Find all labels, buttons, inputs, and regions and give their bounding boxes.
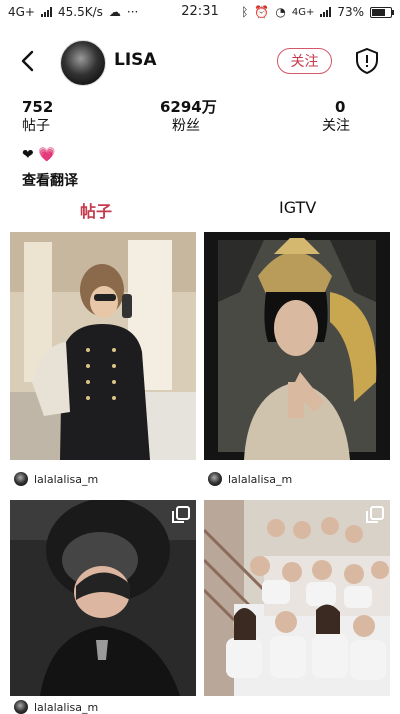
username: LISA	[114, 50, 157, 70]
post-image	[10, 232, 196, 460]
stat-following-label: 关注	[322, 118, 350, 134]
wifi-icon: ◔	[275, 5, 286, 19]
post-author-name: lalalalisa_m	[228, 472, 293, 486]
black-heart-emoji: ❤	[22, 147, 34, 163]
shield-icon[interactable]	[354, 47, 380, 75]
post-card[interactable]	[10, 500, 196, 696]
see-translation-link[interactable]: 查看翻译	[22, 170, 78, 190]
follow-button[interactable]: 关注	[277, 48, 332, 74]
stat-following-value: 0	[335, 98, 346, 116]
post-author-name: lalalalisa_m	[34, 700, 99, 714]
profile-header: LISA 关注	[0, 34, 400, 88]
battery-percent: 73%	[337, 5, 364, 19]
stat-posts[interactable]: 752 帖子	[22, 98, 53, 136]
mini-avatar	[14, 472, 28, 486]
mini-avatar	[208, 472, 222, 486]
bluetooth-icon: ᛒ	[241, 5, 249, 19]
stat-posts-label: 帖子	[22, 118, 50, 134]
multiple-photos-icon	[172, 506, 190, 523]
post-image	[10, 500, 196, 696]
profile-tabs: 帖子 IGTV	[0, 198, 400, 224]
network-type-right: 4G+	[291, 6, 315, 18]
post-card[interactable]	[204, 500, 390, 696]
mini-avatar	[14, 700, 28, 714]
pink-heart-emoji: 💗	[38, 147, 56, 163]
post-image	[204, 500, 390, 696]
signal-icon-right	[320, 7, 332, 17]
post-image	[204, 232, 390, 460]
stat-posts-value: 752	[22, 98, 54, 116]
post-author[interactable]: lalalalisa_m	[208, 472, 292, 486]
status-right: ᛒ ⏰ ◔ 4G+ 73%	[241, 5, 394, 19]
multiple-photos-icon	[366, 506, 384, 523]
tab-igtv[interactable]: IGTV	[279, 198, 316, 217]
post-author[interactable]: lalalalisa_m	[14, 472, 98, 486]
post-author[interactable]: lalalalisa_m	[14, 700, 98, 714]
post-card[interactable]	[10, 232, 196, 460]
post-author-name: lalalalisa_m	[34, 472, 99, 486]
avatar[interactable]	[60, 40, 106, 86]
status-bar: 4G+ 45.5K/s ☁ ··· 22:31 ᛒ ⏰ ◔ 4G+ 73%	[0, 0, 400, 26]
post-card[interactable]	[204, 232, 390, 460]
stat-following[interactable]: 0 关注	[322, 98, 350, 136]
profile-stats: 752 帖子 6294万 粉丝 0 关注	[0, 98, 400, 138]
back-arrow-icon[interactable]	[16, 48, 42, 74]
alarm-icon: ⏰	[254, 5, 270, 19]
stat-followers-label: 粉丝	[172, 118, 200, 134]
stat-followers-value: 6294万	[160, 98, 217, 116]
battery-icon	[370, 6, 394, 18]
tab-posts[interactable]: 帖子	[80, 198, 112, 222]
bio: ❤ 💗	[22, 147, 56, 163]
stat-followers[interactable]: 6294万 粉丝	[160, 98, 217, 136]
